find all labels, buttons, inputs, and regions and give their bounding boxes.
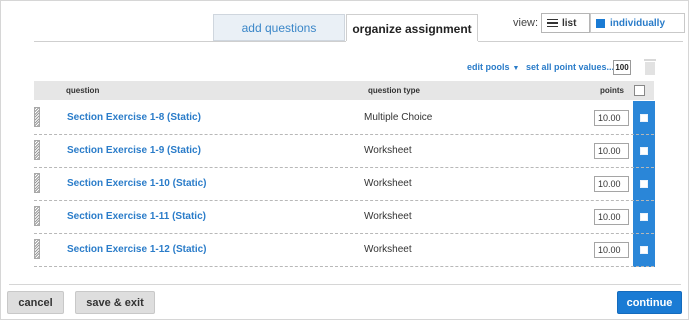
view-list-label: list (562, 17, 577, 29)
row-checkbox[interactable] (640, 147, 648, 155)
square-icon (596, 18, 605, 28)
points-input[interactable] (594, 176, 629, 192)
question-link[interactable]: Section Exercise 1-9 (Static) (67, 145, 201, 156)
set-all-point-values-link[interactable]: set all point values... (526, 62, 614, 72)
table-row: Section Exercise 1-11 (Static) Worksheet (34, 200, 654, 234)
question-type: Worksheet (364, 178, 412, 189)
question-link[interactable]: Section Exercise 1-12 (Static) (67, 244, 207, 255)
edit-pools-link[interactable]: edit pools ▼ (467, 62, 519, 72)
question-link[interactable]: Section Exercise 1-8 (Static) (67, 112, 201, 123)
table-row: Section Exercise 1-9 (Static) Worksheet (34, 134, 654, 168)
view-label: view: (513, 17, 539, 29)
points-input[interactable] (594, 143, 629, 159)
view-list-button[interactable]: list (541, 13, 590, 33)
assignment-editor: add questions organize assignment view: … (0, 0, 689, 320)
table-row: Section Exercise 1-10 (Static) Worksheet (34, 167, 654, 201)
header-points: points (600, 86, 624, 95)
caret-down-icon: ▼ (512, 65, 520, 72)
save-exit-button[interactable]: save & exit (75, 291, 155, 314)
row-checkbox[interactable] (640, 180, 648, 188)
header-question-type: question type (368, 86, 421, 95)
question-type: Worksheet (364, 145, 412, 156)
trash-icon[interactable] (644, 59, 656, 75)
row-checkbox[interactable] (640, 246, 648, 254)
points-input[interactable] (594, 242, 629, 258)
drag-handle-icon[interactable] (34, 173, 40, 193)
continue-button[interactable]: continue (617, 291, 682, 314)
drag-handle-icon[interactable] (34, 206, 40, 226)
question-type: Worksheet (364, 211, 412, 222)
cancel-button[interactable]: cancel (7, 291, 64, 314)
question-link[interactable]: Section Exercise 1-11 (Static) (67, 211, 206, 222)
select-all-checkbox[interactable] (634, 85, 645, 96)
tab-add-questions[interactable]: add questions (213, 14, 345, 41)
point-value-input[interactable]: 100 (613, 60, 631, 75)
row-checkbox[interactable] (640, 114, 648, 122)
table-row: Section Exercise 1-12 (Static) Worksheet (34, 233, 654, 267)
table-header: question question type points (34, 81, 654, 100)
question-type: Worksheet (364, 244, 412, 255)
drag-handle-icon[interactable] (34, 140, 40, 160)
points-input[interactable] (594, 110, 629, 126)
row-checkbox[interactable] (640, 213, 648, 221)
question-type: Multiple Choice (364, 112, 433, 123)
view-individually-button[interactable]: individually (590, 13, 685, 33)
view-individually-label: individually (610, 17, 666, 29)
header-question: question (66, 86, 100, 95)
drag-handle-icon[interactable] (34, 107, 40, 127)
tab-organize-assignment[interactable]: organize assignment (346, 14, 478, 42)
list-icon (547, 19, 558, 27)
question-link[interactable]: Section Exercise 1-10 (Static) (67, 178, 207, 189)
points-input[interactable] (594, 209, 629, 225)
drag-handle-icon[interactable] (34, 239, 40, 259)
table-row: Section Exercise 1-8 (Static) Multiple C… (34, 101, 654, 135)
footer-divider (9, 284, 681, 285)
